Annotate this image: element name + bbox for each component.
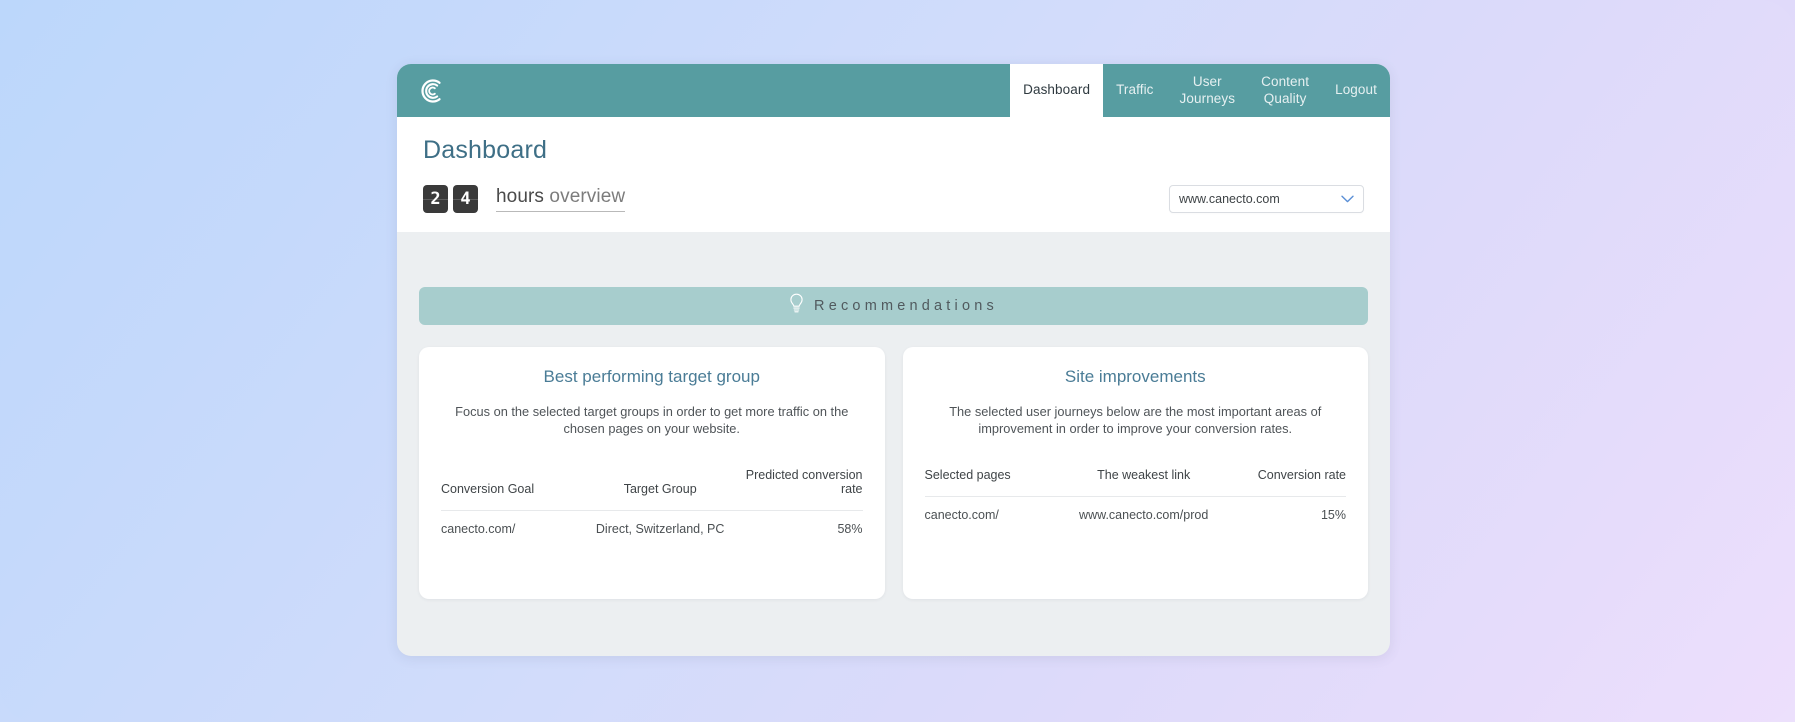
table-row[interactable]: canecto.com/ Direct, Switzerland, PC 58% <box>441 509 863 536</box>
cell-selected-page: canecto.com/ <box>924 495 1064 522</box>
column-header-weakest-link: The weakest link <box>1097 467 1191 482</box>
site-select[interactable]: www.canecto.com <box>1169 185 1364 213</box>
lightbulb-icon <box>789 293 804 319</box>
table-header: Selected pages The weakest link Conversi… <box>925 468 1347 497</box>
recommendations-banner[interactable]: Recommendations <box>419 287 1368 325</box>
recommendations-banner-label: Recommendations <box>814 298 998 314</box>
table-header: Conversion Goal Target Group Predicted c… <box>441 468 863 511</box>
canecto-c-logo-icon <box>417 76 447 106</box>
table-body: canecto.com/ Direct, Switzerland, PC 58% <box>441 509 863 536</box>
nav-item-content-quality[interactable]: Content Quality <box>1248 64 1322 117</box>
hours-digit-ones: 4 <box>453 185 478 213</box>
column-header-target-group: Target Group <box>623 481 697 496</box>
hours-digit-tens: 2 <box>423 185 448 213</box>
card-title: Best performing target group <box>543 367 760 386</box>
table-body: canecto.com/ www.canecto.com/prod 15% <box>924 495 1346 522</box>
cell-conversion-goal: canecto.com/ <box>441 509 581 536</box>
page-title: Dashboard <box>423 136 548 164</box>
site-select-value: www.canecto.com <box>1179 192 1280 206</box>
content-area: Recommendations Best performing target g… <box>397 287 1390 599</box>
main-nav: Dashboard Traffic User Journeys Content … <box>1010 64 1390 117</box>
nav-item-user-journeys[interactable]: User Journeys <box>1167 64 1249 117</box>
overview-unit: hours <box>496 186 545 207</box>
nav-item-traffic[interactable]: Traffic <box>1103 64 1166 117</box>
app-window: Dashboard Traffic User Journeys Content … <box>397 64 1390 656</box>
cell-target-group: Direct, Switzerland, PC <box>580 509 741 536</box>
brand-logo[interactable] <box>397 64 453 117</box>
page-header-section: Dashboard 2 4 hours overview www.canecto… <box>397 117 1390 232</box>
table-header-row: Selected pages The weakest link Conversi… <box>925 468 1347 497</box>
column-header-conversion-goal: Conversion Goal <box>441 481 535 496</box>
card-site-improvements: Site improvements The selected user jour… <box>902 347 1368 599</box>
target-group-table: Conversion Goal Target Group Predicted c… <box>441 468 863 536</box>
recommendation-cards: Best performing target group Focus on th… <box>419 347 1368 599</box>
column-header-selected-pages: Selected pages <box>924 467 1011 482</box>
nav-item-logout[interactable]: Logout <box>1322 64 1390 117</box>
top-navigation-bar: Dashboard Traffic User Journeys Content … <box>397 64 1390 117</box>
overview-suffix: overview <box>549 186 626 207</box>
cell-predicted-conversion-rate: 58% <box>740 509 863 536</box>
nav-item-dashboard[interactable]: Dashboard <box>1010 64 1104 117</box>
card-best-performing-target-group: Best performing target group Focus on th… <box>419 347 885 599</box>
page-backdrop: Dashboard Traffic User Journeys Content … <box>0 0 1795 722</box>
column-header-conversion-rate: Conversion rate <box>1257 467 1346 482</box>
table-header-row: Conversion Goal Target Group Predicted c… <box>441 468 863 511</box>
overview-label[interactable]: hours overview <box>496 186 626 212</box>
card-description: The selected user journeys below are the… <box>949 404 1322 437</box>
column-header-predicted-conversion-rate: Predicted conversion rate <box>745 467 863 496</box>
cell-weakest-link: www.canecto.com/prod <box>1063 495 1224 522</box>
table-row[interactable]: canecto.com/ www.canecto.com/prod 15% <box>924 495 1346 522</box>
card-description: Focus on the selected target groups in o… <box>455 404 849 437</box>
card-title: Site improvements <box>1064 367 1206 386</box>
site-improvements-table: Selected pages The weakest link Conversi… <box>924 468 1347 522</box>
cell-conversion-rate: 15% <box>1223 495 1346 522</box>
hours-counter: 2 4 <box>423 185 478 213</box>
chevron-down-icon <box>1341 193 1354 205</box>
